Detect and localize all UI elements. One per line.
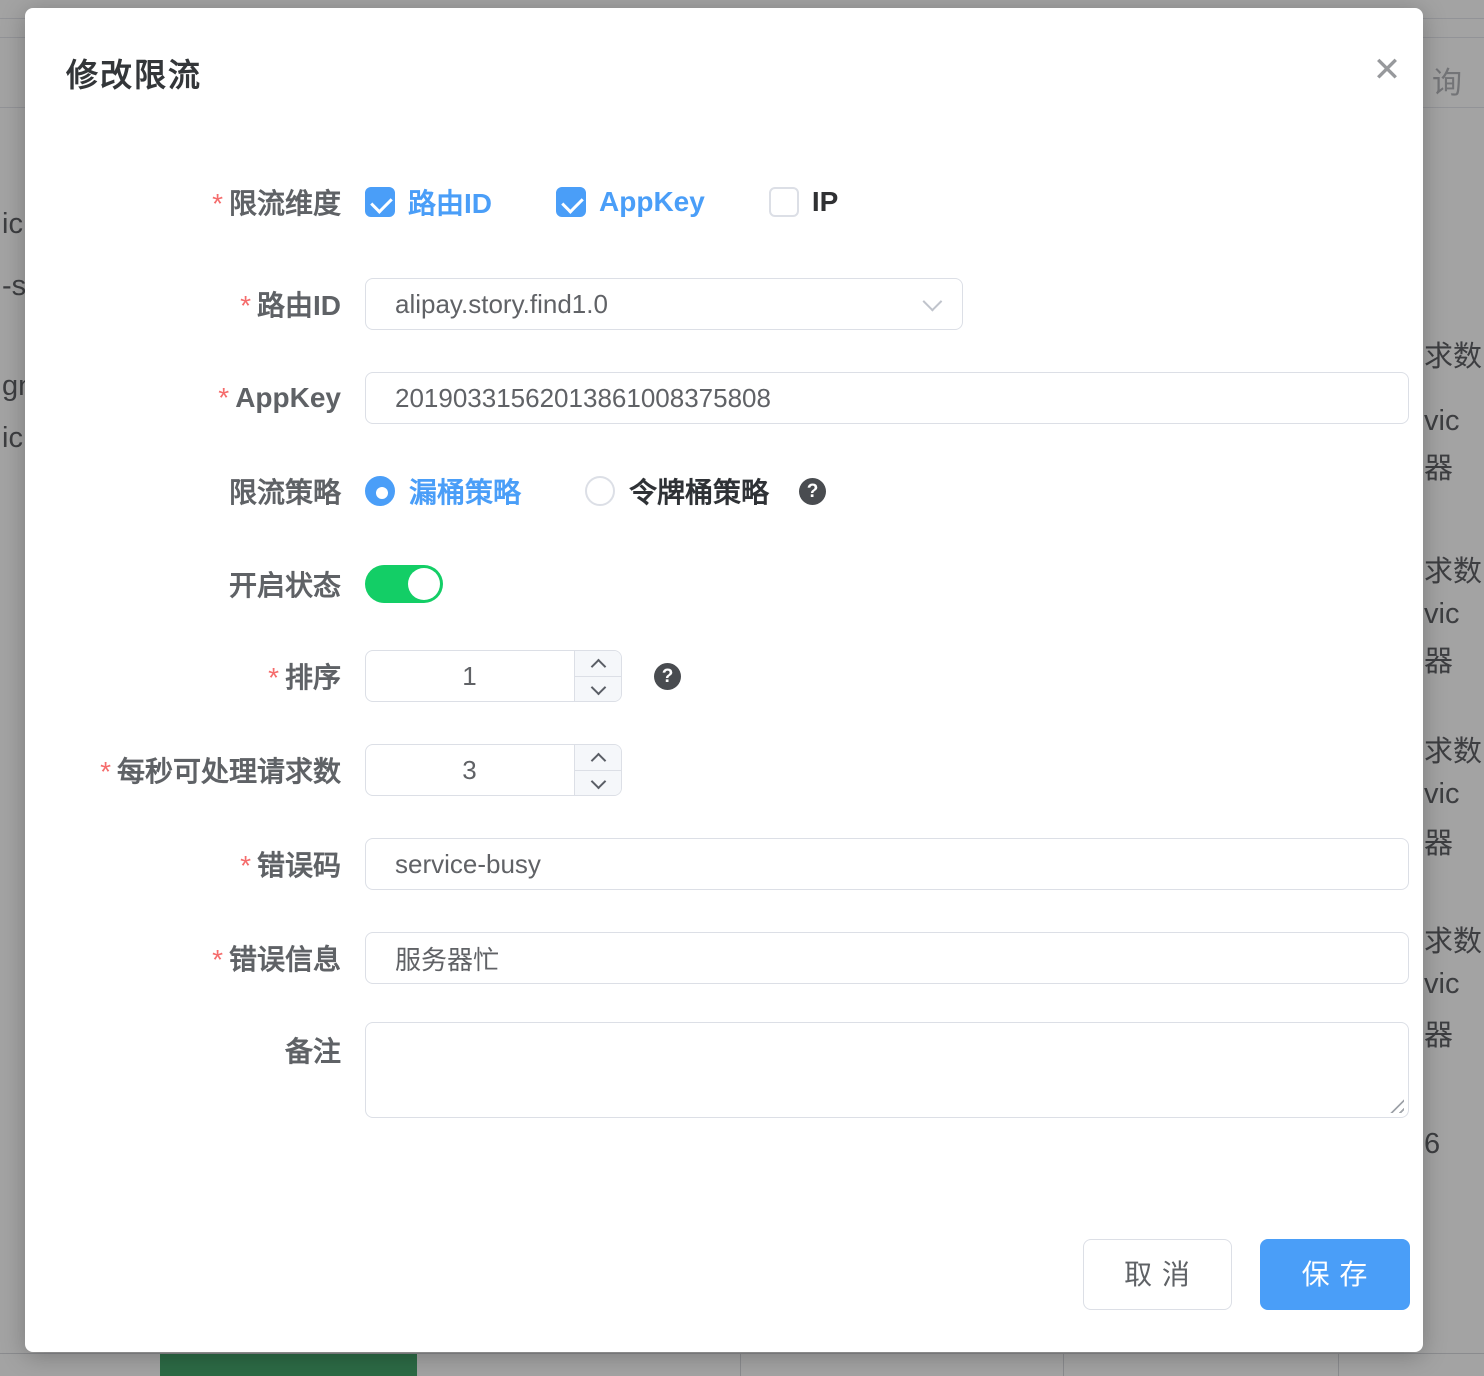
chevron-up-icon [591, 753, 607, 769]
route-id-select[interactable]: alipay.story.find1.0 [365, 278, 963, 330]
radio-label[interactable]: 漏桶策略 [409, 471, 521, 511]
radio-icon[interactable] [365, 476, 395, 506]
checkbox-appkey[interactable]: AppKey [556, 186, 705, 218]
qps-number-input [365, 744, 622, 796]
chevron-up-icon [591, 659, 607, 675]
help-icon[interactable]: ? [799, 478, 826, 505]
stepper-up-button[interactable] [575, 651, 621, 677]
radio-leaky-bucket[interactable]: 漏桶策略 [365, 471, 521, 511]
radio-icon[interactable] [585, 476, 615, 506]
required-mark: * [212, 944, 223, 975]
checkbox-ip[interactable]: IP [769, 186, 838, 218]
remark-textarea[interactable] [365, 1022, 1409, 1118]
field-label: *限流维度 [25, 182, 365, 222]
error-code-input[interactable] [365, 838, 1409, 890]
appkey-input[interactable] [365, 372, 1409, 424]
error-message-input[interactable] [365, 932, 1409, 984]
field-label: *排序 [25, 656, 365, 696]
required-mark: * [100, 756, 111, 787]
number-steppers [574, 651, 621, 701]
field-row-strategy: 限流策略 漏桶策略 令牌桶策略 ? [25, 475, 1409, 507]
toggle-knob [408, 568, 440, 600]
checkbox-label[interactable]: AppKey [599, 186, 705, 218]
field-label: *路由ID [25, 284, 365, 324]
field-label: 开启状态 [25, 564, 365, 604]
stepper-down-button[interactable] [575, 677, 621, 702]
number-steppers [574, 745, 621, 795]
checkbox-check-icon[interactable] [556, 187, 586, 217]
field-row-error-code: *错误码 [25, 838, 1409, 890]
field-row-sort: *排序 ? [25, 650, 1409, 702]
remark-textarea-wrap [365, 1022, 1409, 1118]
save-button[interactable]: 保 存 [1260, 1239, 1410, 1310]
field-label: 限流策略 [25, 471, 365, 511]
required-mark: * [240, 850, 251, 881]
enabled-toggle[interactable] [365, 565, 443, 603]
help-icon[interactable]: ? [654, 663, 681, 690]
field-row-qps: *每秒可处理请求数 [25, 744, 1409, 796]
field-row-error-message: *错误信息 [25, 932, 1409, 984]
cancel-button[interactable]: 取 消 [1083, 1239, 1232, 1310]
field-row-enabled: 开启状态 [25, 565, 1409, 603]
required-mark: * [218, 382, 229, 413]
checkbox-route-id[interactable]: 路由ID [365, 182, 492, 222]
chevron-down-icon [591, 679, 607, 695]
dimension-checkbox-group: 路由ID AppKey IP [365, 182, 838, 222]
checkbox-label[interactable]: IP [812, 186, 838, 218]
required-mark: * [240, 290, 251, 321]
sort-number-input [365, 650, 622, 702]
route-id-selected-value: alipay.story.find1.0 [395, 289, 608, 320]
field-row-remark: 备注 [25, 1022, 1409, 1118]
checkbox-box-icon[interactable] [769, 187, 799, 217]
chevron-down-icon [923, 292, 943, 312]
dialog-title: 修改限流 [66, 50, 202, 96]
required-mark: * [212, 188, 223, 219]
close-icon[interactable]: ✕ [1365, 48, 1409, 92]
edit-rate-limit-dialog: 修改限流 ✕ *限流维度 路由ID AppKey IP *路由ID alipay… [25, 8, 1423, 1352]
required-mark: * [268, 662, 279, 693]
radio-label[interactable]: 令牌桶策略 [629, 471, 769, 511]
field-row-route-id: *路由ID alipay.story.find1.0 [25, 278, 1409, 330]
chevron-down-icon [591, 773, 607, 789]
field-label: *AppKey [25, 382, 365, 414]
stepper-up-button[interactable] [575, 745, 621, 771]
strategy-radio-group: 漏桶策略 令牌桶策略 [365, 471, 769, 511]
checkbox-check-icon[interactable] [365, 187, 395, 217]
field-row-dimension: *限流维度 路由ID AppKey IP [25, 186, 1409, 218]
radio-token-bucket[interactable]: 令牌桶策略 [585, 471, 769, 511]
field-row-appkey: *AppKey [25, 372, 1409, 424]
field-label: *错误信息 [25, 938, 365, 978]
checkbox-label[interactable]: 路由ID [408, 182, 492, 222]
field-label: *错误码 [25, 844, 365, 884]
stepper-down-button[interactable] [575, 771, 621, 796]
field-label: 备注 [25, 1022, 365, 1070]
field-label: *每秒可处理请求数 [25, 750, 365, 790]
